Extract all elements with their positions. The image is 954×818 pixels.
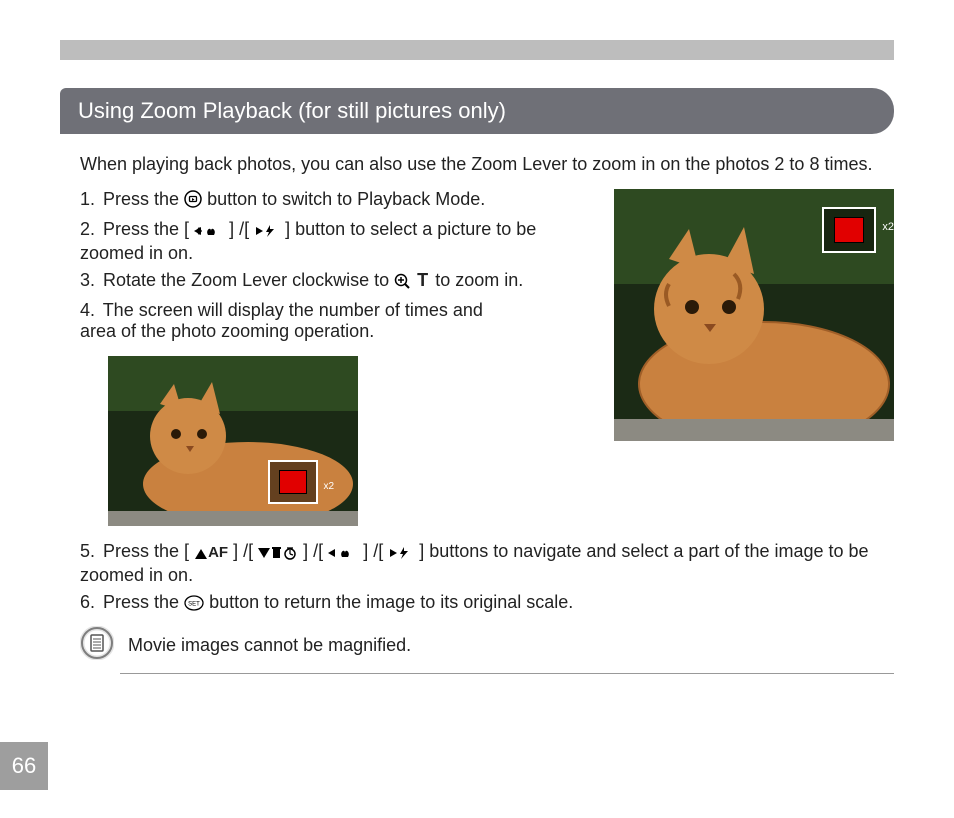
step3-text-a: Rotate the Zoom Lever clockwise to (103, 270, 394, 290)
section-title: Using Zoom Playback (for still pictures … (60, 88, 894, 134)
zoom-in-icon (394, 273, 410, 294)
svg-text:SET: SET (188, 602, 200, 608)
note-text: Movie images cannot be magnified. (128, 635, 411, 656)
zoom-label-small: x2 (323, 481, 334, 492)
step2-text-a: Press the [ (103, 219, 189, 239)
note-icon (80, 626, 114, 665)
t-label: T (417, 270, 428, 290)
step6-text-b: button to return the image to its origin… (209, 592, 573, 612)
left-macro-icon (194, 222, 224, 243)
footer-rule (120, 673, 894, 674)
af-label: AF (208, 544, 228, 561)
zoom-example-small: x2 (108, 356, 520, 531)
manual-page: Using Zoom Playback (for still pictures … (0, 0, 954, 818)
step-2: 2. Press the [ ] /[ ] button to select a… (80, 219, 894, 264)
step5-text-d: ] /[ (363, 541, 383, 561)
down-delete-timer-icon (258, 544, 298, 565)
step-3: 3. Rotate the Zoom Lever clockwise to T … (80, 270, 894, 294)
left-macro-icon-2 (328, 544, 358, 565)
note-row: Movie images cannot be magnified. (80, 626, 894, 665)
step2-text-b: ] /[ (229, 219, 249, 239)
step6-text-a: Press the (103, 592, 184, 612)
step5-text-b: ] /[ (233, 541, 253, 561)
step-4: 4. The screen will display the number of… (80, 300, 520, 531)
step5-text-c: ] /[ (303, 541, 323, 561)
step3-text-b: to zoom in. (435, 270, 523, 290)
step4-text: The screen will display the number of ti… (80, 300, 483, 341)
right-flash-icon (254, 222, 280, 243)
step-1: 1. Press the button to switch to Playbac… (80, 189, 894, 213)
intro-text: When playing back photos, you can also u… (80, 154, 894, 175)
step-6: 6. Press the SET button to return the im… (80, 592, 894, 616)
step1-text-a: Press the (103, 189, 184, 209)
step5-text-a: Press the [ (103, 541, 189, 561)
right-flash-icon-2 (388, 544, 414, 565)
playback-icon (184, 190, 202, 213)
up-af-icon (194, 544, 208, 565)
step-5: 5. Press the [ AF ] /[ ] /[ ] /[ ] butto… (80, 541, 894, 586)
header-bar (60, 40, 894, 60)
set-button-icon: SET (184, 595, 204, 616)
step1-text-b: button to switch to Playback Mode. (207, 189, 485, 209)
page-number: 66 (0, 742, 48, 790)
